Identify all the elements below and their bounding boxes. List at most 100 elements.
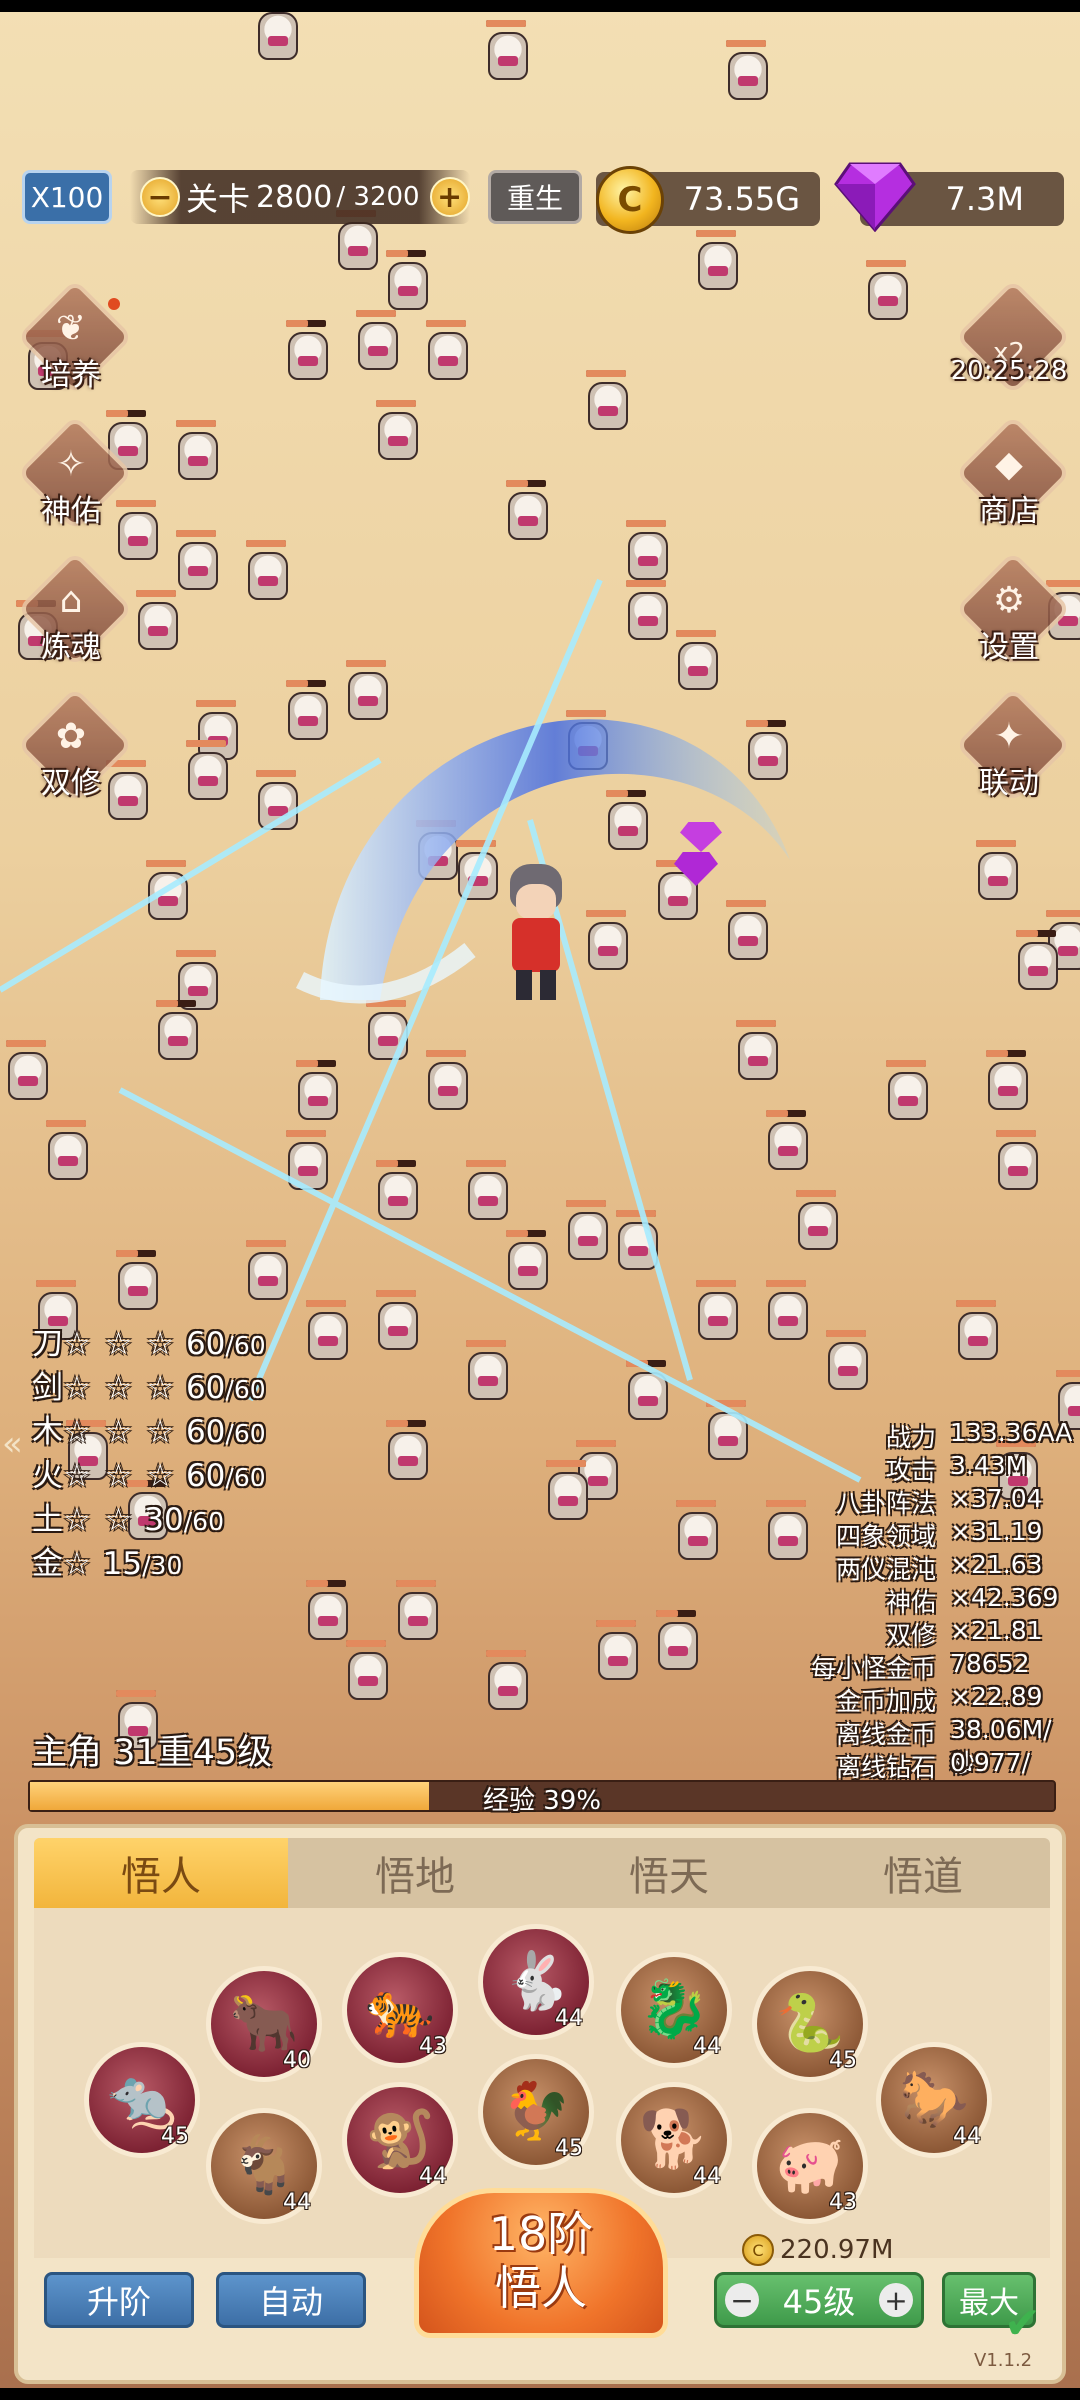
blessing-icon: ✧ [55, 444, 87, 485]
zodiac-level: 44 [419, 2164, 447, 2189]
zodiac-tiger-button[interactable]: 🐅 43 [342, 1952, 458, 2068]
stat-value: ×37.04 [950, 1484, 1043, 1513]
blessing-button[interactable]: ✧ 神佑 [16, 415, 133, 534]
monkey-icon: 🐒 [365, 2107, 435, 2172]
stat-value: ×22.89 [950, 1682, 1043, 1711]
stat-label: 战力 [885, 1423, 936, 1452]
zodiac-level: 45 [161, 2124, 189, 2149]
zodiac-level: 44 [555, 2006, 583, 2031]
reborn-button[interactable]: 重生 [488, 170, 582, 224]
zodiac-dragon-button[interactable]: 🐉 44 [616, 1952, 732, 2068]
stage-prev-button[interactable]: − [140, 177, 180, 217]
speed-button[interactable]: X100 [22, 170, 112, 224]
zodiac-level: 45 [555, 2136, 583, 2161]
stage-next-button[interactable]: + [429, 177, 470, 217]
zodiac-goat-button[interactable]: 🐐 44 [206, 2108, 322, 2224]
zodiac-dog-button[interactable]: 🐕 44 [616, 2082, 732, 2198]
lotus-icon: ✿ [55, 716, 87, 757]
zodiac-monkey-button[interactable]: 🐒 44 [342, 2082, 458, 2198]
skill-row: 土☆ ☆ 30/60 [32, 1494, 224, 1539]
upgrade-cost: C 220.97M [742, 2234, 893, 2266]
zodiac-rooster-button[interactable]: 🐓 45 [478, 2054, 594, 2170]
stat-row: 每小怪金币 78652 [680, 1649, 1052, 1685]
skill-name: 金 [32, 1546, 63, 1582]
skill-name: 木 [32, 1414, 63, 1450]
tiger-icon: 🐅 [365, 1977, 435, 2042]
tab-wuren[interactable]: 悟人 [34, 1838, 288, 1908]
stat-row: 金币加成 ×22.89 [680, 1682, 1052, 1718]
stat-label: 每小怪金币 [810, 1654, 936, 1683]
stat-row: 神佑 ×42.369 [680, 1583, 1058, 1619]
skill-row: 木☆ ☆ ☆ 60/60 [32, 1406, 266, 1451]
link-button[interactable]: ✦ 联动 [954, 687, 1071, 806]
skill-stars: ☆ ☆ ☆ [63, 1414, 177, 1450]
stat-label: 攻击 [885, 1456, 936, 1485]
zodiac-rabbit-button[interactable]: 🐇 44 [478, 1924, 594, 2040]
stat-row: 双修 ×21.81 [680, 1616, 1052, 1652]
skill-row: 火☆ ☆ ☆ 60/60 [32, 1450, 266, 1495]
rank-up-main-button[interactable]: 18阶 悟人 [414, 2188, 668, 2338]
skill-value: 60 [185, 1458, 226, 1494]
hero-level: 主角 31重45级 [32, 1733, 273, 1773]
horse-icon: 🐎 [899, 2067, 969, 2132]
stat-label: 八卦阵法 [835, 1489, 936, 1518]
zodiac-level: 44 [283, 2190, 311, 2215]
temple-icon: ⌂ [59, 580, 83, 621]
rooster-icon: 🐓 [501, 2079, 571, 2144]
skill-stars: ☆ ☆ [63, 1502, 135, 1538]
zodiac-snake-button[interactable]: 🐍 45 [752, 1966, 868, 2082]
stat-row: 八卦阵法 ×37.04 [680, 1484, 1052, 1520]
stat-label: 双修 [885, 1621, 936, 1650]
auto-button[interactable]: 自动 [216, 2272, 366, 2328]
dual-cultivation-button[interactable]: ✿ 双修 [16, 687, 133, 806]
skill-value: 60 [185, 1414, 226, 1450]
stat-row: 战力 133.36AA [680, 1418, 1072, 1454]
zodiac-level: 45 [829, 2048, 857, 2073]
tab-wudi[interactable]: 悟地 [288, 1838, 542, 1908]
skill-name: 土 [32, 1502, 63, 1538]
goat-icon: 🐐 [229, 2133, 299, 2198]
main-button-line2: 悟人 [495, 2261, 587, 2315]
gold-coin-icon: C [742, 2234, 774, 2266]
zodiac-rat-button[interactable]: 🐀 45 [84, 2042, 200, 2158]
gem-shop-icon: ◆ [995, 444, 1023, 485]
level-increase-button[interactable]: + [878, 2283, 913, 2317]
skill-value: 60 [185, 1370, 226, 1406]
gold-coin-icon: C [596, 166, 664, 234]
settings-button[interactable]: ⚙ 设置 [954, 551, 1071, 670]
stat-value: 3.43M [950, 1451, 1028, 1480]
zodiac-level: 43 [419, 2034, 447, 2059]
skill-value: 60 [185, 1326, 226, 1362]
upgrade-rank-button[interactable]: 升阶 [44, 2272, 194, 2328]
skill-max: /60 [183, 1507, 224, 1536]
stat-label: 神佑 [885, 1588, 936, 1617]
skill-value: 30 [144, 1502, 184, 1538]
bonus-timer: 20:25:28 [950, 356, 1068, 386]
stage-current: 2800 [256, 179, 333, 215]
skill-max: /60 [225, 1419, 266, 1448]
rabbit-icon: 🐇 [501, 1949, 571, 2014]
shop-button[interactable]: ◆ 商店 [954, 415, 1071, 534]
cultivate-button[interactable]: ❦ 培养 [16, 279, 133, 398]
notification-dot [108, 298, 120, 310]
zodiac-horse-button[interactable]: 🐎 44 [876, 2042, 992, 2158]
level-value: 45级 [782, 2283, 856, 2321]
gear-icon: ⚙ [992, 580, 1026, 621]
zodiac-pig-button[interactable]: 🐖 43 [752, 2108, 868, 2224]
tab-wudao[interactable]: 悟道 [796, 1838, 1050, 1908]
version-label: V1.1.2 [974, 2350, 1033, 2371]
zodiac-level: 43 [829, 2190, 857, 2215]
tab-wutian[interactable]: 悟天 [542, 1838, 796, 1908]
skill-row: 剑☆ ☆ ☆ 60/60 [32, 1362, 266, 1407]
level-decrease-button[interactable]: − [725, 2283, 759, 2317]
refine-soul-button[interactable]: ⌂ 炼魂 [16, 551, 133, 670]
double-bonus-button[interactable]: x2 20:25:28 [951, 279, 1071, 398]
stage-max: / 3200 [336, 182, 420, 212]
stat-value: ×31.19 [950, 1517, 1043, 1546]
stat-value: ×42.369 [950, 1583, 1059, 1612]
zodiac-level: 40 [283, 2048, 311, 2073]
dragon-icon: 🐉 [639, 1977, 709, 2042]
expand-arrow-icon[interactable]: « [2, 1424, 23, 1464]
zodiac-ox-button[interactable]: 🐂 40 [206, 1966, 322, 2082]
cost-amount: 220.97M [780, 2235, 894, 2265]
